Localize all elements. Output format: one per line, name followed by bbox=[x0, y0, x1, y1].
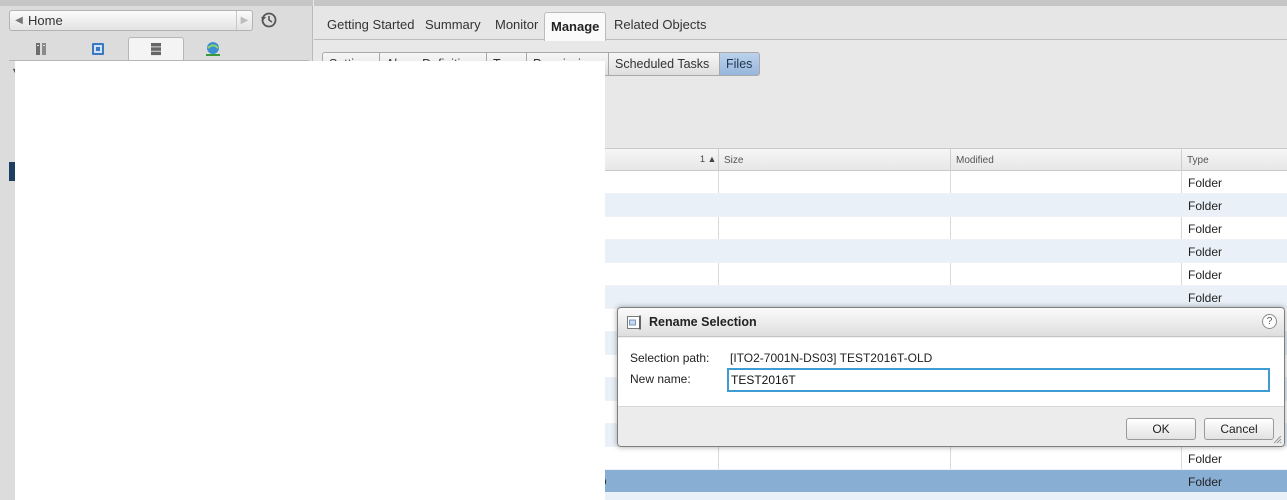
dialog-footer: OK Cancel bbox=[618, 406, 1284, 446]
type-cell: Folder bbox=[1188, 198, 1223, 213]
dialog-body: Selection path: [ITO2-7001N-DS03] TEST20… bbox=[618, 338, 1284, 406]
rename-icon bbox=[627, 315, 641, 330]
nav-tab-networking[interactable] bbox=[185, 37, 241, 61]
nav-tab-vms-templates[interactable] bbox=[70, 37, 126, 61]
blank-overlay-panel bbox=[15, 61, 605, 500]
help-icon[interactable]: ? bbox=[1262, 314, 1277, 329]
subtab-files[interactable]: Files bbox=[720, 52, 760, 76]
storage-icon bbox=[151, 43, 161, 56]
networking-icon bbox=[206, 42, 220, 56]
tab-getting-started[interactable]: Getting Started bbox=[327, 17, 414, 32]
home-button[interactable]: ◀ Home ▶ bbox=[9, 10, 253, 31]
cancel-button[interactable]: Cancel bbox=[1204, 418, 1274, 440]
back-arrow-icon[interactable]: ◀ bbox=[10, 15, 28, 26]
sort-indicator[interactable]: 1 ▲ bbox=[700, 154, 716, 164]
history-icon[interactable] bbox=[260, 11, 278, 29]
dialog-title: Rename Selection bbox=[649, 315, 757, 329]
selection-path-label: Selection path: bbox=[630, 351, 710, 365]
hosts-clusters-icon bbox=[36, 43, 46, 55]
type-cell: Folder bbox=[1188, 221, 1223, 236]
tab-monitor[interactable]: Monitor bbox=[495, 17, 538, 32]
nav-tab-storage[interactable] bbox=[128, 37, 184, 61]
main-tab-bar: Getting Started Summary Monitor Manage R… bbox=[314, 6, 1287, 41]
new-name-input[interactable] bbox=[727, 368, 1270, 392]
selection-path-value: [ITO2-7001N-DS03] TEST2016T-OLD bbox=[730, 351, 933, 365]
type-cell: Folder bbox=[1188, 290, 1223, 305]
rename-selection-dialog: Rename Selection ? Selection path: [ITO2… bbox=[617, 307, 1285, 447]
column-header-size[interactable]: Size bbox=[718, 149, 950, 171]
navigator-top-strip bbox=[0, 0, 313, 6]
tab-summary[interactable]: Summary bbox=[425, 17, 481, 32]
vms-templates-icon bbox=[92, 43, 104, 55]
ok-button[interactable]: OK bbox=[1126, 418, 1196, 440]
subtab-scheduled-tasks[interactable]: Scheduled Tasks bbox=[609, 52, 720, 76]
type-cell: Folder bbox=[1188, 474, 1223, 489]
column-header-type[interactable]: Type bbox=[1181, 149, 1287, 171]
nav-tab-hosts-clusters[interactable] bbox=[13, 37, 69, 61]
type-cell: Folder bbox=[1188, 244, 1223, 259]
tab-related-objects[interactable]: Related Objects bbox=[614, 17, 707, 32]
tab-manage[interactable]: Manage bbox=[544, 12, 607, 41]
dialog-titlebar[interactable]: Rename Selection ? bbox=[618, 308, 1284, 337]
forward-arrow-icon[interactable]: ▶ bbox=[236, 11, 252, 30]
type-cell: Folder bbox=[1188, 175, 1223, 190]
type-cell: Folder bbox=[1188, 451, 1223, 466]
new-name-label: New name: bbox=[630, 372, 691, 386]
column-header-modified[interactable]: Modified bbox=[950, 149, 1181, 171]
type-cell: Folder bbox=[1188, 267, 1223, 282]
home-label: Home bbox=[28, 13, 63, 28]
resize-grip-icon[interactable] bbox=[1273, 435, 1282, 444]
